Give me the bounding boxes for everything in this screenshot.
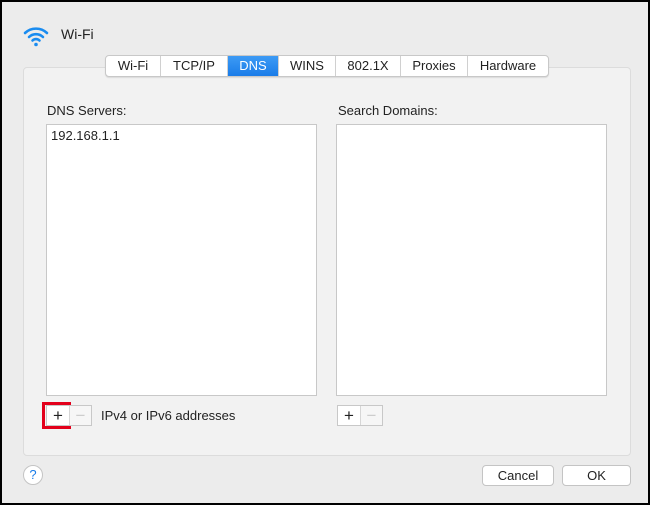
search-domains-label: Search Domains:	[338, 103, 438, 118]
search-domains-list[interactable]	[336, 124, 607, 396]
dns-servers-label: DNS Servers:	[47, 103, 127, 118]
network-dialog: Wi-Fi Wi-Fi TCP/IP DNS WINS 802.1X Proxi…	[0, 0, 650, 505]
add-search-domain-button[interactable]: +	[338, 406, 360, 425]
dns-servers-list[interactable]: 192.168.1.1	[46, 124, 317, 396]
dns-hint: IPv4 or IPv6 addresses	[101, 408, 236, 423]
remove-dns-button[interactable]: −	[69, 406, 91, 425]
tab-hardware[interactable]: Hardware	[468, 56, 548, 76]
tab-8021x[interactable]: 802.1X	[336, 56, 401, 76]
ok-button[interactable]: OK	[562, 465, 631, 486]
tab-proxies[interactable]: Proxies	[401, 56, 468, 76]
window-title: Wi-Fi	[61, 26, 94, 42]
add-dns-button[interactable]: +	[47, 406, 69, 425]
wifi-icon	[23, 27, 49, 47]
search-add-remove: + −	[337, 405, 383, 426]
list-item[interactable]: 192.168.1.1	[47, 125, 316, 146]
remove-search-domain-button[interactable]: −	[360, 406, 382, 425]
tab-dns[interactable]: DNS	[228, 56, 279, 76]
dns-add-remove: + −	[46, 405, 92, 426]
cancel-button[interactable]: Cancel	[482, 465, 554, 486]
help-button[interactable]: ?	[23, 465, 43, 485]
tab-tcpip[interactable]: TCP/IP	[161, 56, 228, 76]
tab-wins[interactable]: WINS	[279, 56, 336, 76]
tab-bar: Wi-Fi TCP/IP DNS WINS 802.1X Proxies Har…	[105, 55, 549, 77]
tab-wifi[interactable]: Wi-Fi	[106, 56, 161, 76]
